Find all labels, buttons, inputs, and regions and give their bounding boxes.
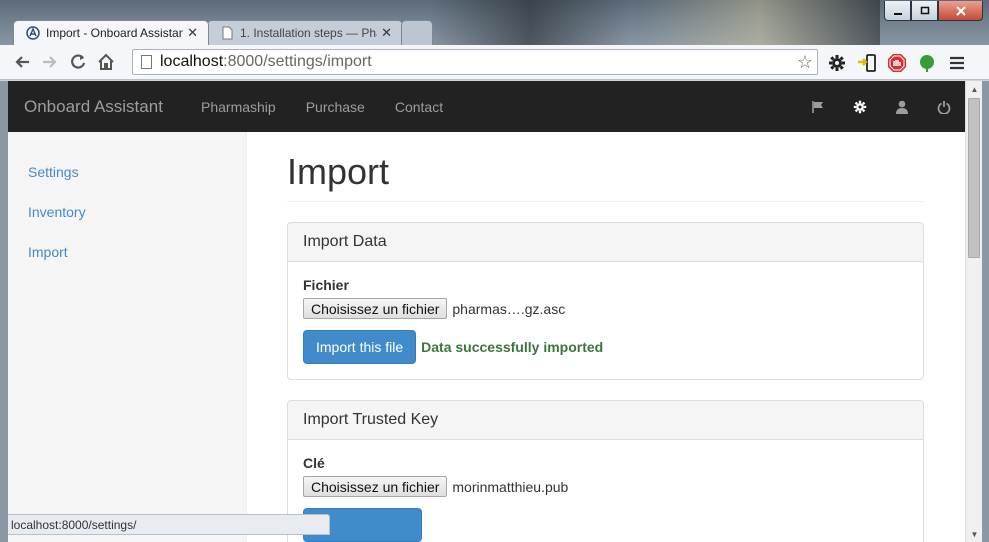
power-icon[interactable] [923, 100, 965, 114]
navbar-right-icons [797, 81, 965, 132]
vertical-scrollbar[interactable]: ▲ ▼ [965, 81, 982, 542]
gear-icon[interactable] [839, 100, 881, 114]
sidebar-item-inventory[interactable]: Inventory [8, 192, 246, 232]
close-window-button[interactable] [938, 1, 983, 21]
choose-file-button[interactable]: Choisissez un fichier [303, 298, 448, 319]
success-message: Data successfully imported [421, 339, 604, 355]
menu-hamburger-icon[interactable] [946, 52, 968, 74]
page-favicon-icon [222, 26, 233, 40]
reload-button[interactable] [64, 48, 92, 76]
browser-toolbar: localhost:8000/settings/import ☆ [0, 45, 989, 80]
nav-link-contact[interactable]: Contact [395, 99, 443, 115]
address-bar[interactable]: localhost:8000/settings/import ☆ [132, 49, 818, 75]
sidebar-item-import[interactable]: Import [8, 232, 246, 272]
panel-heading: Import Data [288, 223, 923, 262]
desktop-background [430, 0, 630, 45]
back-arrow-icon [15, 56, 29, 68]
panel-heading: Import Trusted Key [288, 401, 923, 440]
status-bar-url: localhost:8000/settings/ [8, 514, 330, 535]
maximize-button[interactable] [911, 1, 938, 21]
import-trusted-key-panel: Import Trusted Key Clé Choisissez un fic… [287, 400, 924, 542]
import-file-button[interactable]: Import this file [303, 330, 417, 364]
page-header: Import [287, 152, 924, 202]
window-controls [884, 1, 983, 21]
flag-icon[interactable] [797, 100, 839, 114]
back-button[interactable] [8, 48, 36, 76]
page-title: Import [287, 151, 390, 192]
file-field-label: Fichier [303, 277, 349, 293]
scroll-up-arrow-icon[interactable]: ▲ [966, 81, 983, 97]
scroll-down-arrow-icon[interactable]: ▼ [966, 526, 983, 542]
tab-title: 1. Installation steps — Pharmaship [240, 26, 377, 40]
tab-import[interactable]: Import - Onboard Assistant ✕ [13, 20, 209, 45]
minimize-button[interactable] [884, 1, 911, 21]
tab-close-icon[interactable]: ✕ [187, 25, 198, 41]
sidebar: Settings Inventory Import [8, 132, 247, 542]
nav-link-purchase[interactable]: Purchase [306, 99, 365, 115]
key-file-input: Choisissez un fichier morinmatthieu.pub [303, 476, 908, 497]
minimize-icon [893, 12, 902, 15]
sidebar-item-settings[interactable]: Settings [8, 152, 246, 192]
close-icon [955, 5, 966, 16]
maximize-icon [920, 6, 929, 14]
settings-gear-icon[interactable] [826, 52, 848, 74]
nav-link-pharmaship[interactable]: Pharmaship [201, 99, 276, 115]
tab-installation-steps[interactable]: 1. Installation steps — Pharmaship ✕ [207, 20, 403, 45]
mobile-extension-icon[interactable] [856, 52, 878, 74]
reload-icon [71, 54, 86, 69]
navbar-brand[interactable]: Onboard Assistant [8, 97, 201, 117]
window-frame-right [982, 81, 989, 542]
adblock-icon[interactable] [886, 52, 908, 74]
scroll-thumb[interactable] [968, 98, 980, 258]
evernote-icon[interactable] [916, 52, 938, 74]
home-button[interactable] [92, 48, 120, 76]
bookmark-star-icon[interactable]: ☆ [797, 52, 813, 73]
top-navbar: Onboard Assistant Pharmaship Purchase Co… [8, 81, 965, 132]
page-viewport: Onboard Assistant Pharmaship Purchase Co… [8, 81, 965, 542]
user-icon[interactable] [881, 100, 923, 114]
choose-key-file-button[interactable]: Choisissez un fichier [303, 476, 448, 497]
address-url: localhost:8000/settings/import [160, 53, 372, 70]
tab-title: Import - Onboard Assistant [46, 26, 184, 40]
key-field-label: Clé [303, 455, 325, 471]
page-icon [141, 55, 152, 69]
import-data-panel: Import Data Fichier Choisissez un fichie… [287, 222, 924, 380]
selected-file-name: pharmas….gz.asc [452, 300, 566, 317]
forward-arrow-icon [43, 56, 57, 68]
new-tab-button[interactable] [401, 20, 433, 45]
window-frame-left [0, 81, 8, 542]
home-icon [98, 53, 114, 70]
file-input: Choisissez un fichier pharmas….gz.asc [303, 298, 908, 319]
forward-button[interactable] [36, 48, 64, 76]
tab-close-icon[interactable]: ✕ [381, 25, 392, 41]
selected-key-file-name: morinmatthieu.pub [452, 478, 569, 495]
desktop-background-2 [640, 0, 880, 45]
onboard-favicon-icon [26, 26, 40, 40]
extension-icons [826, 50, 968, 76]
main-content: Import Import Data Fichier Choisissez un… [287, 132, 924, 542]
